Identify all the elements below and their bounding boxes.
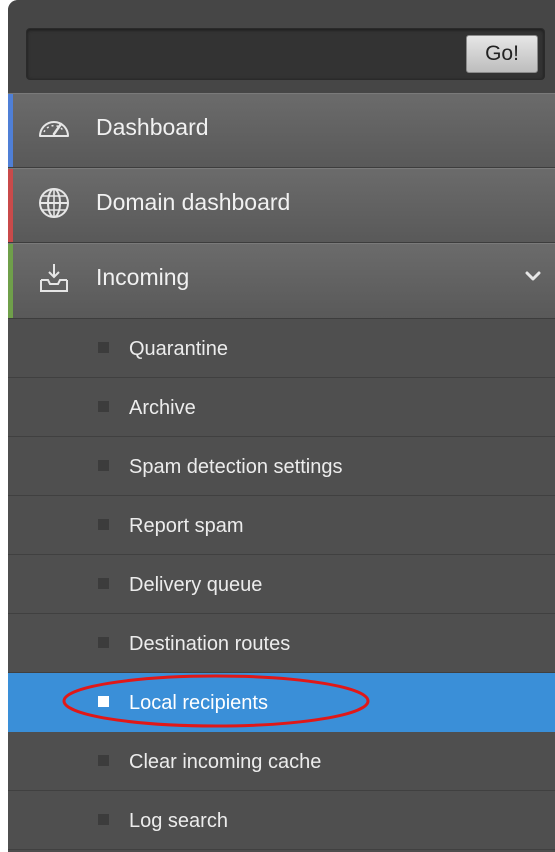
accent-bar	[8, 244, 13, 318]
submenu-item-local-recipients[interactable]: Local recipients	[8, 673, 555, 732]
search-box: Go!	[26, 28, 545, 80]
bullet-icon	[98, 696, 109, 707]
speedometer-icon	[39, 121, 69, 137]
nav-item-label: Dashboard	[96, 114, 209, 140]
nav-item-dashboard[interactable]: Dashboard	[8, 93, 555, 168]
submenu-item-label: Log search	[129, 810, 228, 832]
chevron-down-icon[interactable]	[525, 270, 541, 282]
accent-bar	[8, 94, 13, 167]
accent-bar	[8, 169, 13, 242]
bullet-icon	[98, 578, 109, 589]
submenu-item-label: Report spam	[129, 515, 244, 537]
submenu-item-label: Spam detection settings	[129, 456, 343, 478]
nav-item-incoming[interactable]: Incoming	[8, 243, 555, 319]
submenu-item-archive[interactable]: Archive	[8, 378, 555, 437]
search-area: Go!	[8, 0, 555, 93]
bullet-icon	[98, 637, 109, 648]
nav-item-domain-dashboard[interactable]: Domain dashboard	[8, 168, 555, 243]
nav-item-label: Domain dashboard	[96, 189, 291, 215]
bullet-icon	[98, 401, 109, 412]
bullet-icon	[98, 342, 109, 353]
submenu-item-label: Quarantine	[129, 338, 228, 360]
submenu-item-destination-routes[interactable]: Destination routes	[8, 614, 555, 673]
submenu-item-label: Local recipients	[129, 692, 268, 714]
search-input[interactable]	[31, 33, 455, 75]
nav-item-label: Incoming	[96, 264, 190, 290]
submenu-item-clear-incoming-cache[interactable]: Clear incoming cache	[8, 732, 555, 791]
submenu-item-report-spam[interactable]: Report spam	[8, 496, 555, 555]
bullet-icon	[98, 755, 109, 766]
submenu-item-label: Clear incoming cache	[129, 751, 322, 773]
submenu-item-spam-detection-settings[interactable]: Spam detection settings	[8, 437, 555, 496]
bullet-icon	[98, 460, 109, 471]
submenu-item-delivery-queue[interactable]: Delivery queue	[8, 555, 555, 614]
sidebar-panel: Go! Dashboard Domain dashboard Incoming …	[8, 0, 555, 852]
submenu-item-label: Archive	[129, 397, 196, 419]
inbox-download-icon	[40, 264, 68, 292]
submenu-item-log-search[interactable]: Log search	[8, 791, 555, 850]
submenu-item-label: Delivery queue	[129, 574, 263, 596]
globe-icon	[39, 188, 69, 218]
bullet-icon	[98, 519, 109, 530]
submenu-item-quarantine[interactable]: Quarantine	[8, 319, 555, 378]
go-button[interactable]: Go!	[466, 35, 538, 73]
submenu-item-label: Destination routes	[129, 633, 291, 655]
bullet-icon	[98, 814, 109, 825]
